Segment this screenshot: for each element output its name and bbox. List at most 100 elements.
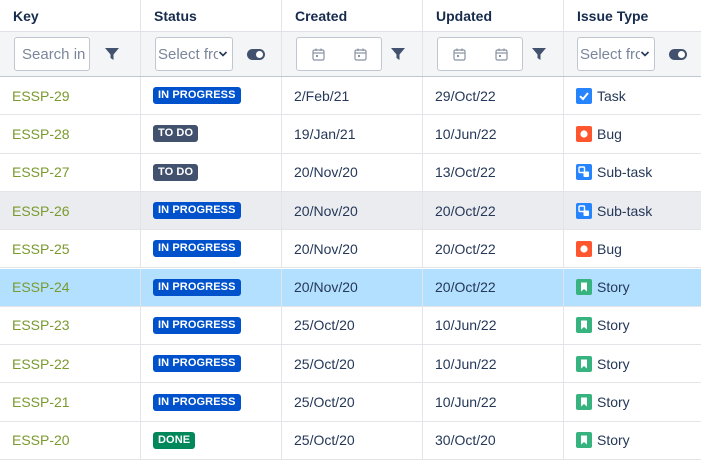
story-icon [576,355,592,372]
status-filter-select[interactable]: Select fro [155,37,233,71]
status-cell: TO DO [141,115,282,153]
column-header-status[interactable]: Status [141,0,282,31]
table-row[interactable]: ESSP-29 IN PROGRESS 2/Feb/21 29/Oct/22 Task [0,77,701,116]
created-cell: 25/Oct/20 [282,345,423,383]
issue-type-cell: Story [564,307,701,344]
table-row[interactable]: ESSP-27 TO DO 20/Nov/20 13/Oct/22 Sub-task [0,153,701,192]
table-row[interactable]: ESSP-21 IN PROGRESS 25/Oct/20 10/Jun/22 Stor… [0,383,701,422]
issue-type-label: Story [597,317,630,334]
filter-row: Search in Select fro Select fro [0,32,701,77]
issue-type-label: Task [597,87,626,104]
calendar-icon[interactable] [494,48,508,61]
issue-type-cell: Story [564,345,701,382]
status-filter-cell: Select fro [141,32,282,76]
issue-type-label: Story [597,394,630,411]
issue-key-link[interactable]: ESSP-26 [12,203,70,219]
status-cell: IN PROGRESS [141,383,282,421]
updated-cell: 20/Oct/22 [423,230,564,268]
status-toggle[interactable] [247,48,265,60]
issue-key-link[interactable]: ESSP-25 [12,241,70,257]
issue-key-link[interactable]: ESSP-27 [12,164,70,180]
table-row[interactable]: ESSP-24 IN PROGRESS 20/Nov/20 20/Oct/22 Stor… [0,268,701,307]
created-date-range-input[interactable] [296,37,382,71]
issue-type-label: Story [597,355,630,372]
filter-icon[interactable] [531,46,547,62]
column-header-updated[interactable]: Updated [423,0,564,31]
table-row[interactable]: ESSP-25 IN PROGRESS 20/Nov/20 20/Oct/22 Bug [0,230,701,269]
status-cell: IN PROGRESS [141,268,282,306]
updated-cell: 30/Oct/20 [423,421,564,459]
issue-type-label: Bug [597,125,622,142]
table-row[interactable]: ESSP-23 IN PROGRESS 25/Oct/20 10/Jun/22 Stor… [0,306,701,346]
issue-key-link[interactable]: ESSP-22 [12,356,70,372]
calendar-icon[interactable] [353,48,367,61]
issue-type-label: Story [597,279,630,296]
status-lozenge: TO DO [153,125,199,143]
subtask-icon [576,164,592,181]
table-row[interactable]: ESSP-20 DONE 25/Oct/20 30/Oct/20 Story [0,421,701,460]
updated-cell: 20/Oct/22 [423,191,564,230]
updated-cell: 10/Jun/22 [423,345,564,383]
status-lozenge: IN PROGRESS [153,87,241,105]
calendar-icon[interactable] [452,48,466,61]
issue-type-cell: Bug [564,115,701,152]
created-cell: 20/Nov/20 [282,191,423,230]
issue-type-label: Story [597,432,630,449]
created-cell: 20/Nov/20 [282,268,423,306]
issue-type-label: Bug [597,240,622,257]
table-row[interactable]: ESSP-26 IN PROGRESS 20/Nov/20 20/Oct/22 Sub-… [0,191,701,231]
story-icon [576,432,592,449]
key-search-placeholder: Search in [22,45,86,63]
updated-date-range-input[interactable] [437,37,523,71]
chevron-down-icon [640,51,650,57]
story-icon [576,279,592,296]
issue-key-link[interactable]: ESSP-24 [12,279,70,295]
key-search-input[interactable]: Search in [14,37,90,71]
updated-cell: 20/Oct/22 [423,268,564,306]
created-cell: 25/Oct/20 [282,421,423,459]
issue-type-toggle[interactable] [669,48,687,60]
status-cell: DONE [141,421,282,459]
status-lozenge: IN PROGRESS [153,278,241,296]
key-filter-cell: Search in [0,32,141,76]
table-row[interactable]: ESSP-28 TO DO 19/Jan/21 10/Jun/22 Bug [0,115,701,154]
issue-key-link[interactable]: ESSP-21 [12,394,70,410]
story-icon [576,317,592,334]
status-cell: IN PROGRESS [141,77,282,115]
issue-type-label: Sub-task [597,164,653,181]
status-lozenge: TO DO [153,163,199,181]
created-cell: 20/Nov/20 [282,153,423,191]
column-header-issue-type[interactable]: Issue Type [564,0,701,31]
status-lozenge: IN PROGRESS [153,240,241,258]
filter-icon[interactable] [104,46,120,62]
column-header-created[interactable]: Created [282,0,423,31]
calendar-icon[interactable] [311,48,325,61]
updated-cell: 29/Oct/22 [423,77,564,115]
issue-type-filter-select[interactable]: Select fro [577,37,655,71]
key-cell: ESSP-20 [0,421,141,459]
issue-type-cell: Sub-task [564,192,701,229]
status-cell: IN PROGRESS [141,345,282,383]
status-lozenge: IN PROGRESS [153,202,241,220]
key-cell: ESSP-26 [0,191,141,230]
issue-type-select-placeholder: Select fro [580,45,640,63]
key-cell: ESSP-22 [0,345,141,383]
issue-key-link[interactable]: ESSP-28 [12,126,70,142]
issue-key-link[interactable]: ESSP-23 [12,317,70,333]
table-row[interactable]: ESSP-22 IN PROGRESS 25/Oct/20 10/Jun/22 Stor… [0,345,701,384]
column-header-key[interactable]: Key [0,0,141,31]
filter-icon[interactable] [390,46,406,62]
key-cell: ESSP-27 [0,153,141,191]
issue-type-cell: Task [564,77,701,114]
issue-key-link[interactable]: ESSP-29 [12,88,70,104]
created-cell: 25/Oct/20 [282,383,423,421]
created-cell: 25/Oct/20 [282,306,423,345]
updated-cell: 10/Jun/22 [423,306,564,345]
table-header: Key Status Created Updated Issue Type [0,0,701,32]
bug-icon [576,240,592,257]
key-cell: ESSP-25 [0,230,141,268]
status-cell: IN PROGRESS [141,306,282,345]
created-cell: 19/Jan/21 [282,115,423,153]
chevron-down-icon [218,51,228,57]
issue-key-link[interactable]: ESSP-20 [12,432,70,448]
